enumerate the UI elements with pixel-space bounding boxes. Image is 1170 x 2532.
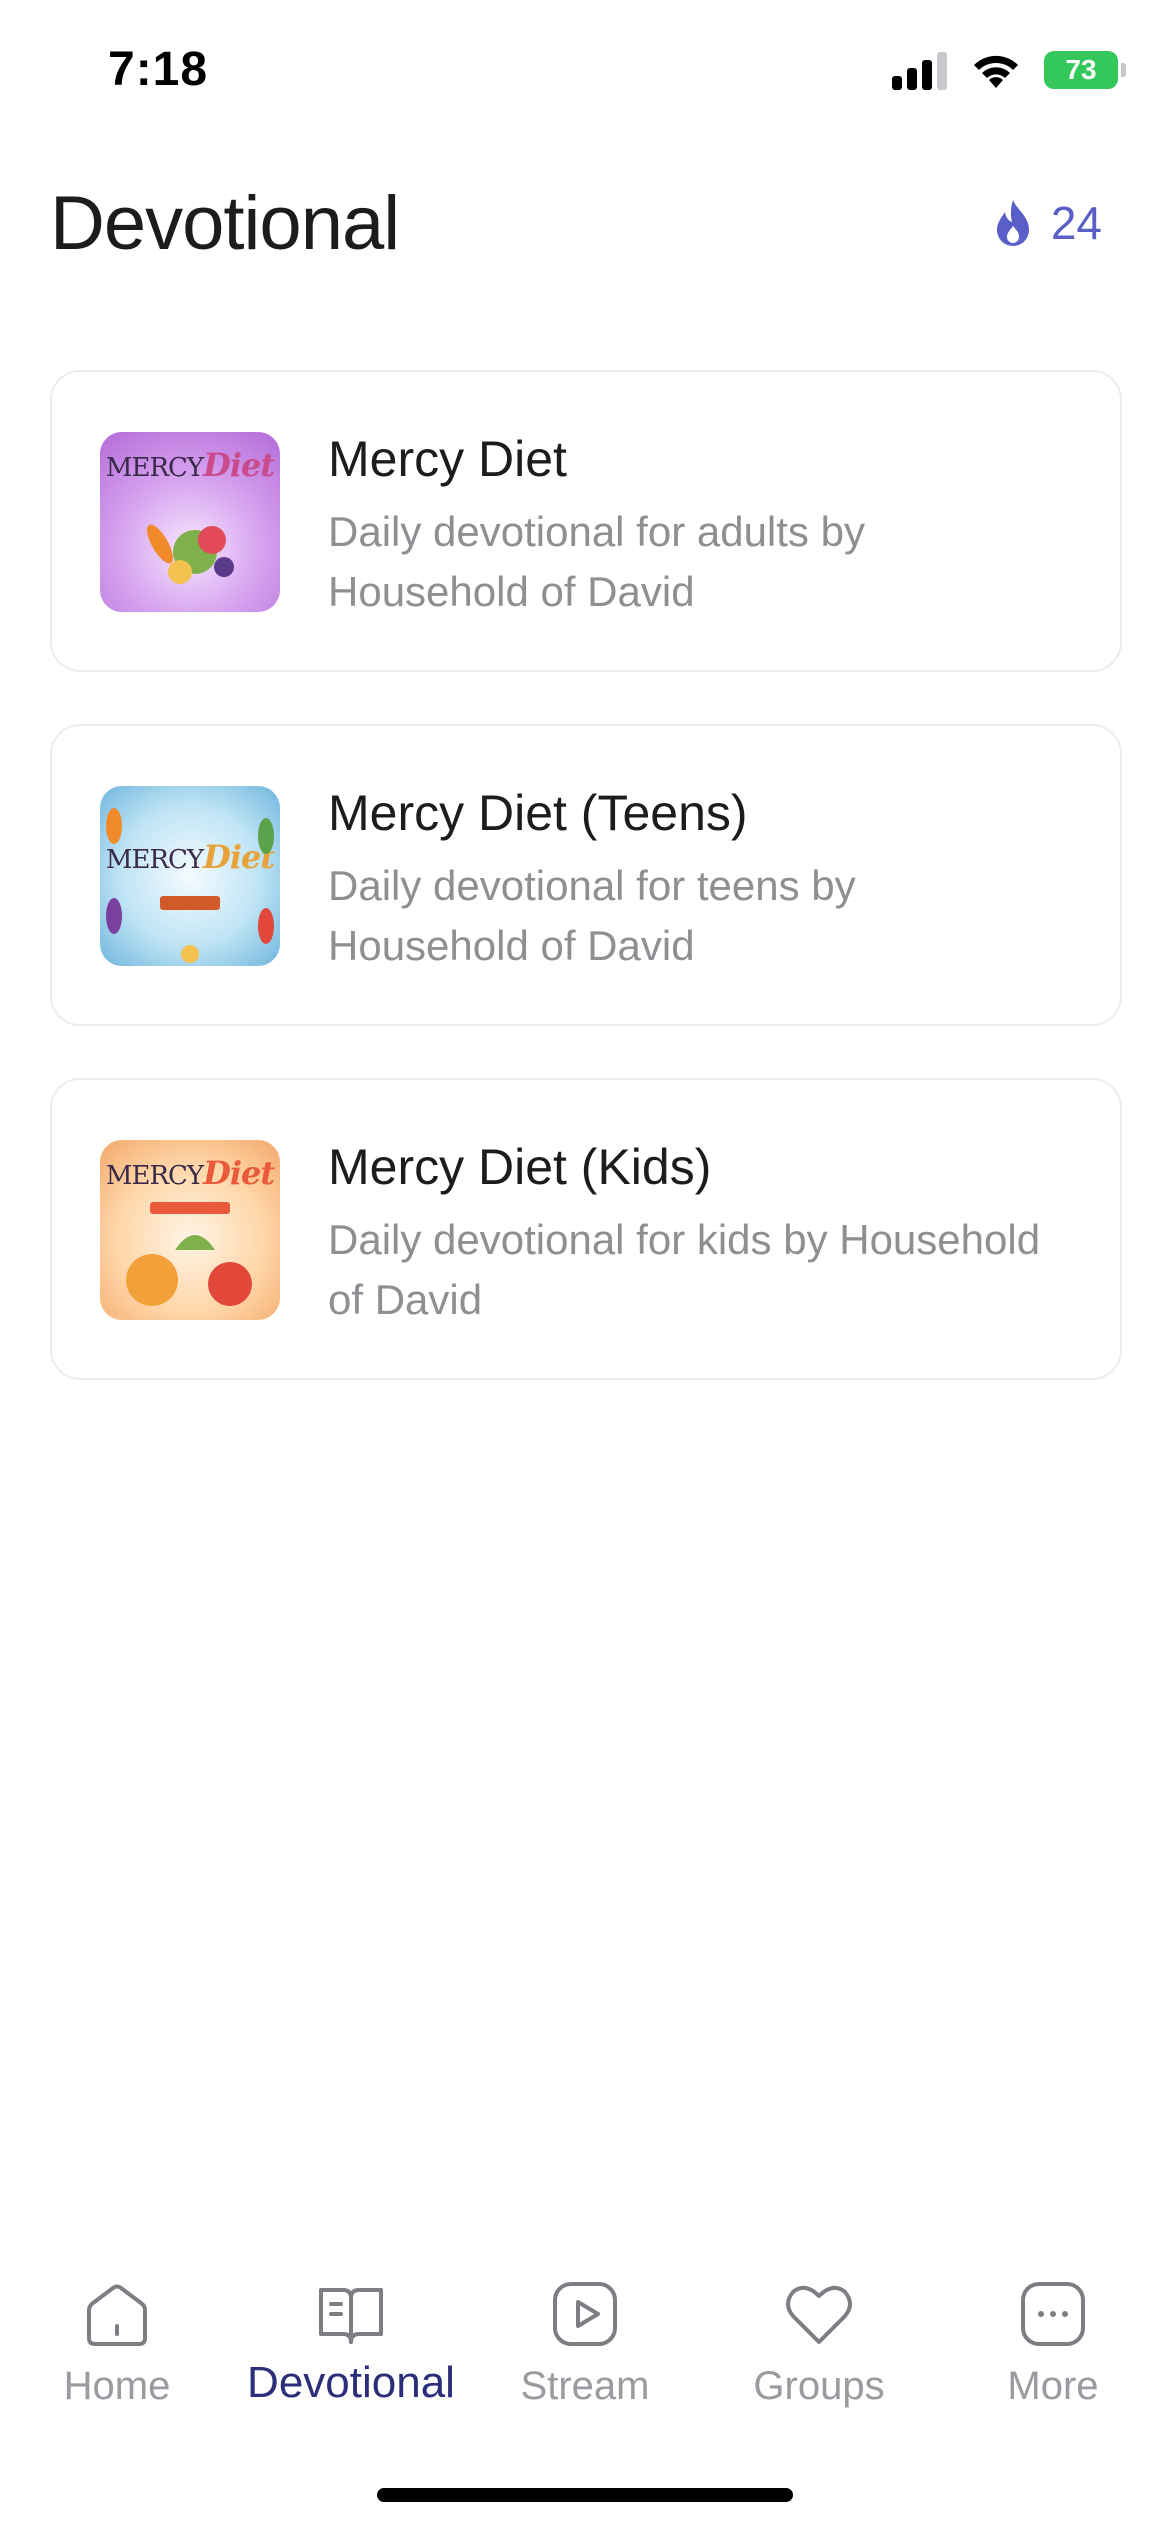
devotional-card-kids[interactable]: MERCYDiet Mercy Diet (Kids) Daily devoti…: [50, 1078, 1122, 1380]
play-icon: [553, 2282, 617, 2346]
tab-more[interactable]: More: [936, 2260, 1170, 2440]
book-icon: [319, 2288, 383, 2344]
tab-stream[interactable]: Stream: [468, 2260, 702, 2440]
devotional-description: Daily devotional for teens by Household …: [328, 862, 856, 969]
wifi-icon: [974, 55, 1018, 88]
tab-home[interactable]: Home: [0, 2260, 234, 2440]
devotional-thumbnail: MERCYDiet: [100, 1140, 280, 1320]
tab-groups[interactable]: Groups: [702, 2260, 936, 2440]
page-title: Devotional: [50, 181, 400, 266]
tab-label-more: More: [1007, 2364, 1099, 2408]
streak-count: 24: [1050, 197, 1102, 249]
devotional-thumbnail: MERCYDiet: [100, 432, 280, 612]
cellular-signal-icon: [892, 50, 948, 90]
status-time: 7:18: [108, 43, 209, 96]
devotional-title: Mercy Diet (Kids): [328, 1139, 712, 1195]
tab-devotional[interactable]: Devotional: [234, 2260, 468, 2440]
home-icon: [87, 2284, 147, 2346]
devotional-title: Mercy Diet: [328, 431, 567, 487]
tab-label-stream: Stream: [520, 2364, 650, 2408]
devotional-card-adults[interactable]: MERCYDiet Mercy Diet Daily devotional fo…: [50, 370, 1122, 672]
status-icons: 73: [892, 50, 1126, 90]
tab-label-home: Home: [63, 2364, 171, 2408]
streak-counter[interactable]: 24: [993, 196, 1102, 250]
heart-icon: [786, 2285, 852, 2344]
fruit-illustration-icon: [147, 524, 234, 584]
status-bar: 7:18 73: [0, 0, 1170, 150]
more-icon: [1021, 2282, 1085, 2346]
battery-icon: 73: [1044, 51, 1126, 89]
devotional-list: MERCYDiet Mercy Diet Daily devotional fo…: [50, 370, 1122, 1432]
devotional-card-teens[interactable]: MERCYDiet Mercy Diet (Teens) Daily devot…: [50, 724, 1122, 1026]
home-indicator[interactable]: [377, 2488, 793, 2502]
devotional-description: Daily devotional for adults by Household…: [328, 508, 865, 615]
tab-label-devotional: Devotional: [247, 2358, 455, 2407]
battery-level: 73: [1065, 54, 1097, 85]
fruit-bicycle-icon: [126, 1202, 252, 1306]
tab-bar: Home Devotional Stream Groups More: [0, 2260, 1170, 2440]
tab-label-groups: Groups: [753, 2364, 885, 2408]
fruit-border-icon: [106, 808, 274, 963]
devotional-description: Daily devotional for kids by Household o…: [328, 1216, 1041, 1323]
devotional-title: Mercy Diet (Teens): [328, 785, 748, 841]
flame-icon: [996, 200, 1029, 246]
devotional-thumbnail: MERCYDiet: [100, 786, 280, 966]
